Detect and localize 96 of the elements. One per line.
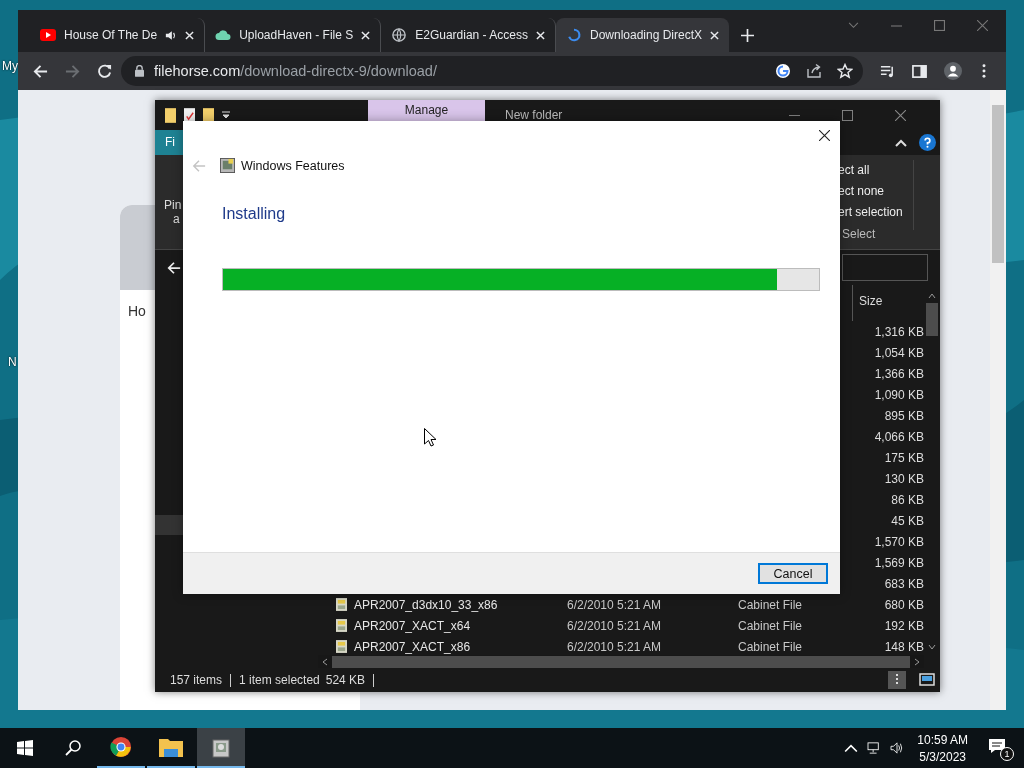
file-size: 192 KB: [884, 618, 924, 633]
new-tab-icon[interactable]: [741, 29, 755, 42]
clock-time[interactable]: 10:59 AM: [917, 732, 968, 747]
close-icon[interactable]: [819, 130, 830, 141]
menu-icon[interactable]: [982, 64, 986, 78]
cabinet-file-icon: [336, 619, 347, 632]
browser-tab[interactable]: Downloading DirectX: [555, 18, 730, 52]
file-date: 6/2/2010 5:21 AM: [567, 597, 662, 612]
maximize-icon[interactable]: [934, 20, 945, 31]
file-size: 1,570 KB: [874, 534, 924, 549]
profile-icon[interactable]: [944, 62, 962, 80]
file-size: 895 KB: [884, 408, 924, 423]
chevron-down-icon[interactable]: [848, 22, 859, 29]
cursor-icon: [424, 428, 436, 447]
file-size: 130 KB: [884, 471, 924, 486]
desktop-icon-label[interactable]: N: [8, 355, 17, 369]
file-date: 6/2/2010 5:21 AM: [567, 618, 662, 633]
clock-date[interactable]: 5/3/2023: [919, 749, 966, 764]
maximize-icon[interactable]: [842, 109, 853, 121]
file-size: 680 KB: [884, 597, 924, 612]
folder-icon[interactable]: [203, 107, 214, 123]
cabinet-file-icon: [336, 640, 347, 653]
file-type: Cabinet File: [738, 639, 803, 654]
volume-icon[interactable]: [890, 742, 905, 754]
details-view-icon[interactable]: [888, 671, 906, 689]
start-icon[interactable]: [17, 740, 33, 756]
file-name[interactable]: APR2007_d3dx10_33_x86: [354, 597, 498, 612]
file-name[interactable]: APR2007_XACT_x86: [354, 639, 471, 654]
globe-icon: [391, 28, 408, 42]
folder-icon: [159, 736, 183, 758]
window-icon: [220, 158, 235, 173]
column-header[interactable]: Size: [852, 285, 883, 321]
chrome-icon: [109, 736, 133, 758]
notification-badge: 1: [1000, 747, 1014, 761]
network-icon[interactable]: [867, 742, 882, 754]
reload-icon[interactable]: [97, 63, 112, 79]
url-host: filehorse.com: [154, 63, 241, 79]
url-path: /download-directx-9/download/: [240, 63, 437, 79]
chevron-up-icon[interactable]: [844, 742, 859, 754]
desktop-icon-label[interactable]: My: [2, 59, 18, 73]
address-bar[interactable]: filehorse.com/download-directx-9/download/: [121, 56, 863, 86]
ribbon-label[interactable]: Pin: [164, 198, 182, 212]
file-type: Cabinet File: [738, 618, 803, 633]
folder-icon[interactable]: [165, 107, 176, 123]
card-text: Ho: [127, 302, 147, 319]
status-text: 1 item selected: [239, 673, 320, 687]
file-size: 148 KB: [884, 639, 924, 654]
large-icons-view-icon[interactable]: [918, 671, 936, 689]
google-icon[interactable]: [775, 63, 791, 79]
file-name[interactable]: APR2007_XACT_x64: [354, 618, 471, 633]
file-size: 1,054 KB: [874, 345, 924, 360]
scroll-up-icon[interactable]: [928, 293, 936, 299]
share-icon[interactable]: [806, 63, 822, 79]
file-date: 6/2/2010 5:21 AM: [567, 639, 662, 654]
scrollbar[interactable]: [990, 90, 1006, 710]
lock-icon: [135, 65, 144, 77]
scroll-right-icon[interactable]: [914, 657, 920, 666]
reading-list-icon[interactable]: [880, 63, 895, 79]
loading-icon: [565, 28, 582, 42]
window-icon: [209, 736, 233, 758]
status-heading: Installing: [222, 205, 287, 223]
scrollbar-thumb[interactable]: [992, 105, 1004, 263]
scroll-left-icon[interactable]: [322, 657, 328, 666]
status-text: 157 items: [170, 673, 223, 687]
scrollbar-thumb[interactable]: [926, 303, 938, 336]
video-play-icon: [40, 28, 56, 42]
file-size: 683 KB: [884, 576, 924, 591]
file-size: 86 KB: [891, 492, 924, 507]
file-size: 1,569 KB: [874, 555, 924, 570]
properties-icon[interactable]: [184, 107, 195, 123]
file-size: 1,366 KB: [874, 366, 924, 381]
scroll-down-icon[interactable]: [928, 644, 936, 650]
file-size: 1,316 KB: [874, 324, 924, 339]
file-size: 1,090 KB: [874, 387, 924, 402]
ribbon-label[interactable]: a: [164, 212, 182, 226]
cloud-icon: [215, 28, 232, 42]
help-icon[interactable]: [919, 134, 936, 151]
speaker-icon[interactable]: [165, 29, 178, 41]
star-icon[interactable]: [837, 63, 853, 79]
file-size: 45 KB: [891, 513, 924, 528]
ribbon-group-label: Select: [841, 227, 877, 241]
dialog-title: Windows Features: [241, 158, 345, 173]
taskbar-app[interactable]: [197, 728, 245, 768]
file-size: 4,066 KB: [874, 429, 924, 444]
search-icon[interactable]: [65, 740, 81, 756]
file-type: Cabinet File: [738, 597, 803, 612]
status-text: 524 KB: [325, 673, 366, 687]
window-title: New folder: [505, 108, 563, 122]
side-panel-icon[interactable]: [912, 63, 927, 79]
file-size: 175 KB: [884, 450, 924, 465]
cancel-button[interactable]: Cancel: [758, 563, 828, 584]
collapse-icon[interactable]: [895, 138, 907, 147]
dropdown-icon[interactable]: [222, 111, 230, 119]
search-field[interactable]: [842, 254, 928, 281]
notification-icon[interactable]: [988, 738, 1006, 754]
cabinet-file-icon: [336, 598, 347, 611]
